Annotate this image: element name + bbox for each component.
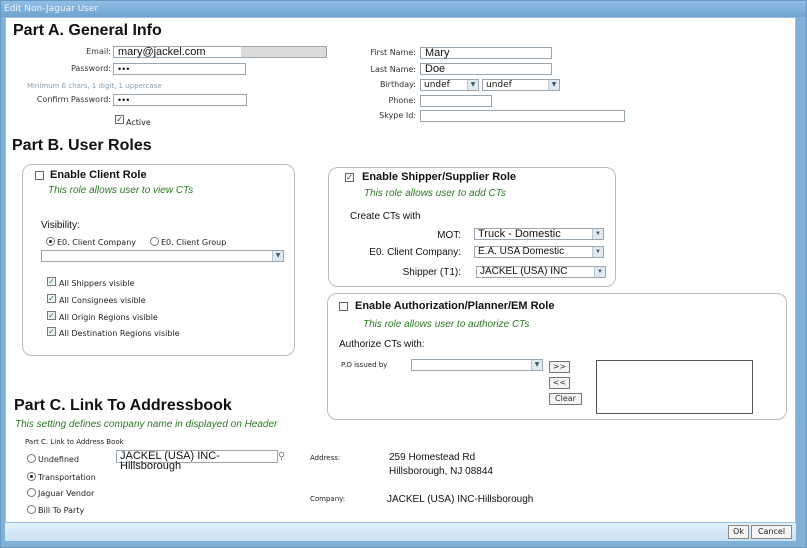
shipper-role-desc: This role allows user to add CTs	[364, 188, 506, 199]
client-company-value: E.A. USA Domestic	[478, 246, 565, 257]
radio-undefined[interactable]	[27, 454, 36, 463]
authorization-role-title: Enable Authorization/Planner/EM Role	[355, 300, 555, 312]
client-company-label: E0. Client Company:	[369, 247, 461, 258]
part-a-heading: Part A. General Info	[13, 22, 162, 39]
password-field[interactable]: •••	[113, 63, 246, 75]
chevron-down-icon: ▼	[592, 229, 603, 239]
shipper-t1-label: Shipper (T1):	[402, 267, 461, 278]
radio-bill-to-party-label: Bill To Party	[38, 506, 85, 515]
address-line1: 259 Homestead Rd	[389, 452, 476, 463]
po-issued-by-label: P.O issued by	[341, 361, 388, 369]
chevron-down-icon: ▼	[531, 360, 542, 370]
chevron-down-icon: ▼	[272, 251, 283, 261]
all-destination-regions-label: All Destination Regions visible	[59, 329, 180, 338]
mot-select[interactable]: Truck - Domestic ▼	[474, 228, 604, 240]
shipper-t1-select[interactable]: JACKEL (USA) INC ▼	[476, 266, 606, 278]
chevron-down-icon: ▼	[548, 80, 559, 90]
skype-label: Skype Id:	[379, 111, 416, 120]
phone-field[interactable]	[420, 95, 492, 107]
radio-bill-to-party[interactable]	[27, 505, 36, 514]
visibility-select[interactable]: ▼	[41, 250, 284, 262]
radio-client-company[interactable]	[46, 237, 55, 246]
enable-client-role-checkbox[interactable]	[35, 171, 44, 180]
all-shippers-label: All Shippers visible	[59, 279, 135, 288]
radio-client-company-label: E0. Client Company	[57, 238, 136, 247]
birthday-day-value: undef	[486, 80, 512, 90]
address-line2: Hillsborough, NJ 08844	[389, 466, 493, 477]
birthday-day-select[interactable]: undef ▼	[482, 79, 560, 91]
link-address-book-label: Part C. Link to Address Book	[25, 438, 124, 446]
shipper-role-title: Enable Shipper/Supplier Role	[362, 171, 517, 183]
part-c-heading: Part C. Link To Addressbook	[14, 397, 232, 414]
search-icon[interactable]: ⚲	[278, 450, 290, 463]
add-button[interactable]: >>	[549, 361, 570, 373]
client-role-title: Enable Client Role	[50, 169, 147, 181]
chevron-down-icon: ▼	[594, 267, 605, 277]
radio-undefined-label: Undefined	[38, 455, 80, 464]
part-c-desc: This setting defines company name in dis…	[15, 419, 278, 430]
radio-jaguar-vendor[interactable]	[27, 488, 36, 497]
first-name-field[interactable]: Mary	[420, 47, 552, 59]
client-company-select[interactable]: E.A. USA Domestic ▼	[474, 246, 604, 258]
chevron-down-icon: ▼	[467, 80, 478, 90]
radio-client-group[interactable]	[150, 237, 159, 246]
confirm-password-label: Confirm Password:	[36, 95, 111, 104]
chevron-down-icon: ▼	[592, 247, 603, 257]
skype-field[interactable]	[420, 110, 625, 122]
company-label: Company:	[310, 495, 346, 503]
all-origin-regions-label: All Origin Regions visible	[59, 313, 158, 322]
part-b-heading: Part B. User Roles	[12, 137, 152, 154]
enable-shipper-role-checkbox[interactable]: ✓	[345, 173, 354, 182]
authorization-role-desc: This role allows user to authorize CTs	[363, 319, 530, 330]
all-consignees-label: All Consignees visible	[59, 296, 146, 305]
first-name-label: First Name:	[370, 48, 416, 57]
address-label: Address:	[310, 454, 341, 462]
active-label: Active	[126, 118, 151, 127]
active-checkbox[interactable]: ✓	[115, 115, 124, 124]
authorize-cts-label: Authorize CTs with:	[339, 339, 425, 350]
birthday-month-value: undef	[424, 80, 450, 90]
all-destination-regions-checkbox[interactable]: ✓	[47, 327, 56, 336]
birthday-month-select[interactable]: undef ▼	[420, 79, 479, 91]
last-name-label: Last Name:	[370, 65, 416, 74]
address-book-lookup-field[interactable]: JACKEL (USA) INC-Hillsborough	[116, 450, 278, 472]
birthday-label: Birthday:	[379, 80, 416, 89]
radio-jaguar-vendor-label: Jaguar Vendor	[38, 489, 95, 498]
shipper-t1-value: JACKEL (USA) INC	[480, 266, 568, 277]
visibility-label: Visibility:	[41, 220, 80, 231]
last-name-field[interactable]: Doe	[420, 63, 552, 75]
mot-label: MOT:	[437, 230, 461, 241]
client-role-desc: This role allows user to view CTs	[48, 185, 194, 196]
authorization-role-panel: Enable Authorization/Planner/EM Role Thi…	[327, 293, 787, 420]
radio-transportation[interactable]	[27, 472, 36, 481]
password-label: Password:	[70, 64, 111, 73]
mot-value: Truck - Domestic	[478, 228, 561, 240]
dialog-title: Edit Non-Jaguar User	[1, 1, 806, 17]
dialog-window: Edit Non-Jaguar User Part A. General Inf…	[0, 0, 807, 548]
all-shippers-checkbox[interactable]: ✓	[47, 277, 56, 286]
dialog-footer: Ok Cancel	[5, 523, 796, 541]
enable-authorization-role-checkbox[interactable]	[339, 302, 348, 311]
email-label: Email:	[86, 47, 111, 56]
po-issued-by-select[interactable]: ▼	[411, 359, 543, 371]
password-hint: Minimum 6 chars, 1 digit, 1 uppercase	[27, 82, 162, 90]
clear-button[interactable]: Clear	[549, 393, 582, 405]
radio-client-group-label: E0. Client Group	[161, 238, 227, 247]
email-field[interactable]: mary@jackel.com	[113, 46, 327, 58]
remove-button[interactable]: <<	[549, 377, 570, 389]
all-consignees-checkbox[interactable]: ✓	[47, 294, 56, 303]
phone-label: Phone:	[388, 96, 416, 105]
radio-transportation-label: Transportation	[38, 473, 96, 482]
company-value: JACKEL (USA) INC-Hillsborough	[387, 494, 534, 505]
ok-button[interactable]: Ok	[728, 525, 749, 539]
confirm-password-field[interactable]: •••	[113, 94, 247, 106]
po-selected-list[interactable]	[596, 360, 753, 414]
client-role-panel: Enable Client Role This role allows user…	[22, 164, 295, 356]
cancel-button[interactable]: Cancel	[751, 525, 792, 539]
shipper-role-panel: ✓ Enable Shipper/Supplier Role This role…	[328, 167, 616, 287]
all-origin-regions-checkbox[interactable]: ✓	[47, 311, 56, 320]
dialog-content: Part A. General Info Email: mary@jackel.…	[5, 17, 796, 523]
create-cts-label: Create CTs with	[350, 211, 421, 222]
